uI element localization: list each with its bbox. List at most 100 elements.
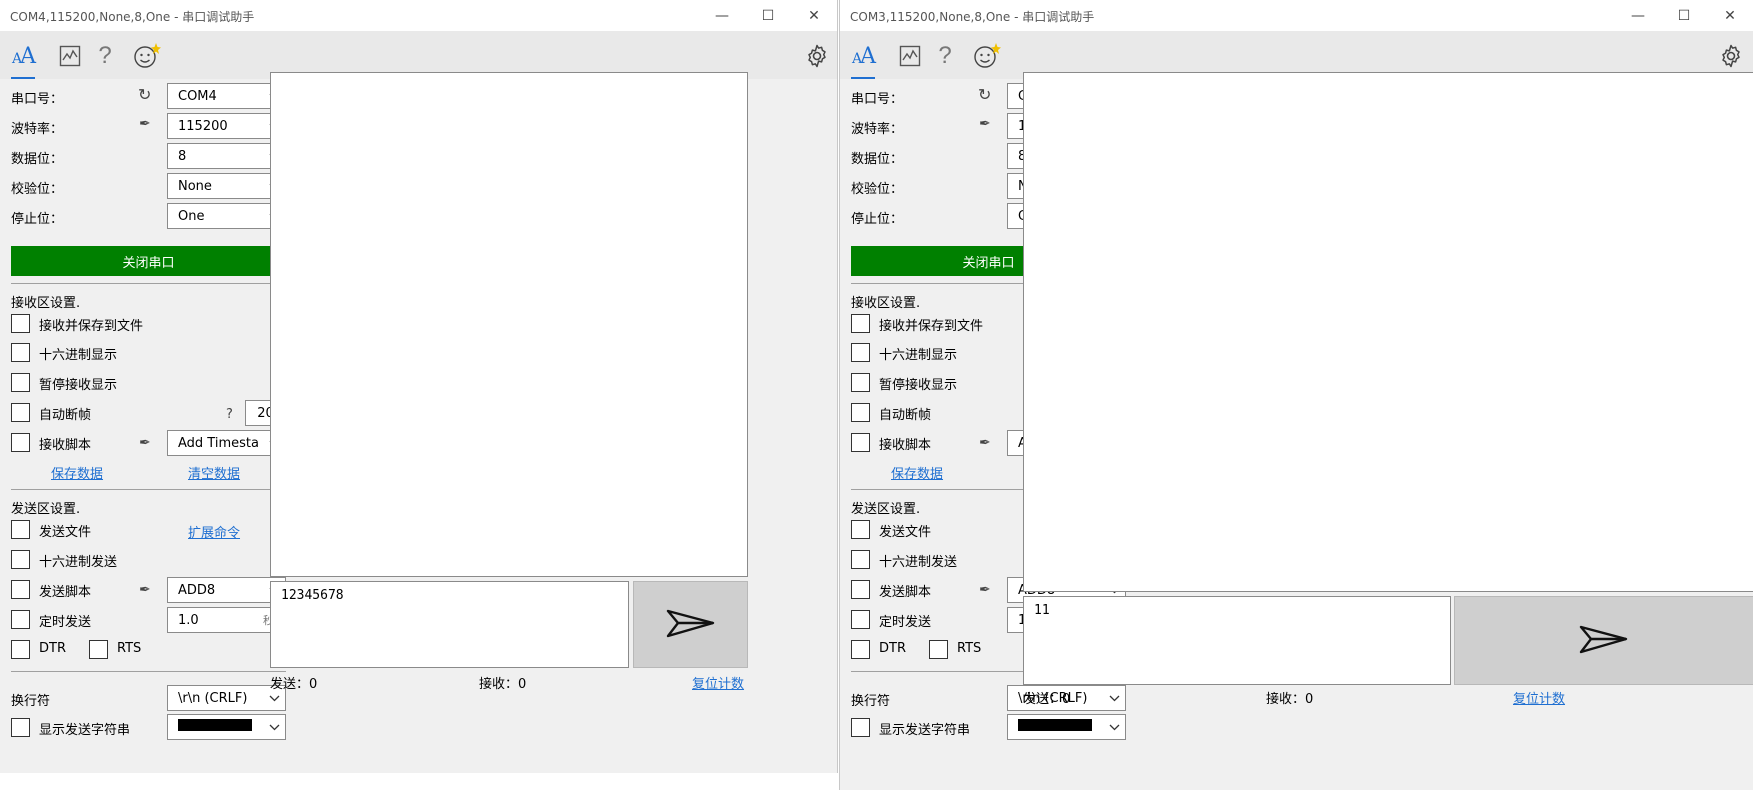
parity-select[interactable]: None: [167, 173, 286, 199]
font-icon[interactable]: AA: [8, 39, 38, 79]
hex-display-checkbox[interactable]: [11, 343, 30, 362]
rts-checkbox[interactable]: [89, 640, 108, 659]
refresh-icon[interactable]: ↻: [138, 85, 151, 104]
emoji-icon[interactable]: [972, 39, 1002, 73]
timed-send-checkbox[interactable]: [851, 610, 870, 629]
pen-icon[interactable]: ✒: [979, 116, 991, 132]
pen-icon[interactable]: ✒: [139, 582, 151, 598]
divider: [11, 283, 286, 284]
reset-count-link[interactable]: 复位计数: [1513, 688, 1565, 707]
baud-label: 波特率：: [11, 122, 64, 137]
show-send-checkbox[interactable]: [11, 718, 30, 737]
pen-icon[interactable]: ✒: [979, 435, 991, 451]
hex-send-checkbox[interactable]: [11, 550, 30, 569]
close-port-button[interactable]: 关闭串口: [11, 246, 286, 276]
send-file-label: 发送文件: [39, 525, 92, 540]
baud-select[interactable]: 115200: [167, 113, 286, 139]
send-color-select[interactable]: [1007, 714, 1126, 740]
chart-icon[interactable]: [895, 39, 925, 73]
recv-save-file-checkbox[interactable]: [851, 314, 870, 333]
timed-interval-input[interactable]: 1.0秒: [167, 607, 286, 633]
maximize-icon[interactable]: ☐: [1661, 0, 1707, 31]
maximize-icon[interactable]: ☐: [745, 0, 791, 31]
newline-select[interactable]: \r\n (CRLF): [167, 685, 286, 711]
clear-data-link[interactable]: 清空数据: [188, 463, 240, 482]
send-button[interactable]: [1454, 596, 1753, 685]
dtr-checkbox[interactable]: [851, 640, 870, 659]
close-icon[interactable]: ✕: [1707, 0, 1753, 31]
hex-display-label: 十六进制显示: [879, 348, 958, 363]
send-color-select[interactable]: [167, 714, 286, 740]
pause-display-label: 暂停接收显示: [879, 378, 958, 393]
auto-frame-checkbox[interactable]: [11, 403, 30, 422]
send-input[interactable]: 12345678: [270, 581, 629, 668]
send-script-select[interactable]: ADD8: [167, 577, 286, 603]
recv-script-select[interactable]: Add Timesta: [167, 430, 286, 456]
stopbits-label: 停止位：: [851, 212, 904, 227]
chevron-down-icon: [1103, 686, 1125, 710]
font-icon[interactable]: AA: [848, 39, 878, 79]
save-data-link[interactable]: 保存数据: [51, 463, 103, 482]
serial-window-com3: COM3,115200,None,8,One - 串口调试助手 — ☐ ✕ AA…: [839, 0, 1753, 790]
newline-value: \r\n (CRLF): [178, 690, 248, 706]
minimize-icon[interactable]: —: [1615, 0, 1661, 31]
stopbits-select[interactable]: One: [167, 203, 286, 229]
send-button[interactable]: [633, 581, 748, 668]
hex-send-checkbox[interactable]: [851, 550, 870, 569]
ext-cmd-link[interactable]: 扩展命令: [188, 522, 240, 541]
sent-count: 发送：0: [270, 677, 318, 692]
pen-icon[interactable]: ✒: [139, 116, 151, 132]
port-select[interactable]: COM4: [167, 83, 286, 109]
send-input[interactable]: 11: [1023, 596, 1451, 685]
help-icon[interactable]: ?: [930, 39, 960, 73]
recv-count: 接收：0: [479, 677, 527, 692]
divider: [11, 671, 286, 672]
recv-script-checkbox[interactable]: [11, 433, 30, 452]
settings-icon[interactable]: [1716, 39, 1746, 73]
receive-area[interactable]: [1023, 72, 1753, 592]
send-file-checkbox[interactable]: [11, 520, 30, 539]
emoji-icon[interactable]: [132, 39, 162, 73]
hex-send-label: 十六进制发送: [39, 555, 118, 570]
databits-value: 8: [178, 148, 187, 164]
rts-checkbox[interactable]: [929, 640, 948, 659]
recv-count: 接收：0: [1266, 692, 1314, 707]
pen-icon[interactable]: ✒: [979, 582, 991, 598]
settings-panel: 串口号： ↻ COM4 波特率： ✒ 115200 数据位： 8 校验位： No…: [0, 79, 300, 773]
settings-icon[interactable]: [802, 39, 832, 73]
refresh-icon[interactable]: ↻: [978, 85, 991, 104]
reset-count-link[interactable]: 复位计数: [692, 673, 744, 692]
send-script-checkbox[interactable]: [11, 580, 30, 599]
send-script-checkbox[interactable]: [851, 580, 870, 599]
timed-send-checkbox[interactable]: [11, 610, 30, 629]
dtr-label: DTR: [39, 641, 66, 656]
receive-area[interactable]: [270, 72, 748, 577]
recv-script-checkbox[interactable]: [851, 433, 870, 452]
pen-icon[interactable]: ✒: [139, 435, 151, 451]
minimize-icon[interactable]: —: [699, 0, 745, 31]
send-script-label: 发送脚本: [879, 585, 932, 600]
hex-display-label: 十六进制显示: [39, 348, 118, 363]
pause-display-checkbox[interactable]: [851, 373, 870, 392]
serial-window-com4: COM4,115200,None,8,One - 串口调试助手 — ☐ ✕ AA…: [0, 0, 838, 773]
hex-display-checkbox[interactable]: [851, 343, 870, 362]
auto-frame-help[interactable]: ?: [226, 407, 233, 422]
recv-save-file-checkbox[interactable]: [11, 314, 30, 333]
port-label: 串口号：: [11, 92, 64, 107]
port-value: COM4: [178, 88, 217, 104]
parity-value: None: [178, 178, 212, 194]
pause-display-checkbox[interactable]: [11, 373, 30, 392]
dtr-checkbox[interactable]: [11, 640, 30, 659]
auto-frame-checkbox[interactable]: [851, 403, 870, 422]
save-data-link[interactable]: 保存数据: [891, 463, 943, 482]
close-icon[interactable]: ✕: [791, 0, 837, 31]
recv-section-title: 接收区设置.: [851, 296, 921, 311]
databits-select[interactable]: 8: [167, 143, 286, 169]
help-icon[interactable]: ?: [90, 39, 120, 73]
show-send-checkbox[interactable]: [851, 718, 870, 737]
send-file-checkbox[interactable]: [851, 520, 870, 539]
show-send-label: 显示发送字符串: [879, 723, 971, 738]
parity-label: 校验位：: [851, 182, 904, 197]
chart-icon[interactable]: [55, 39, 85, 73]
color-swatch: [178, 719, 252, 731]
